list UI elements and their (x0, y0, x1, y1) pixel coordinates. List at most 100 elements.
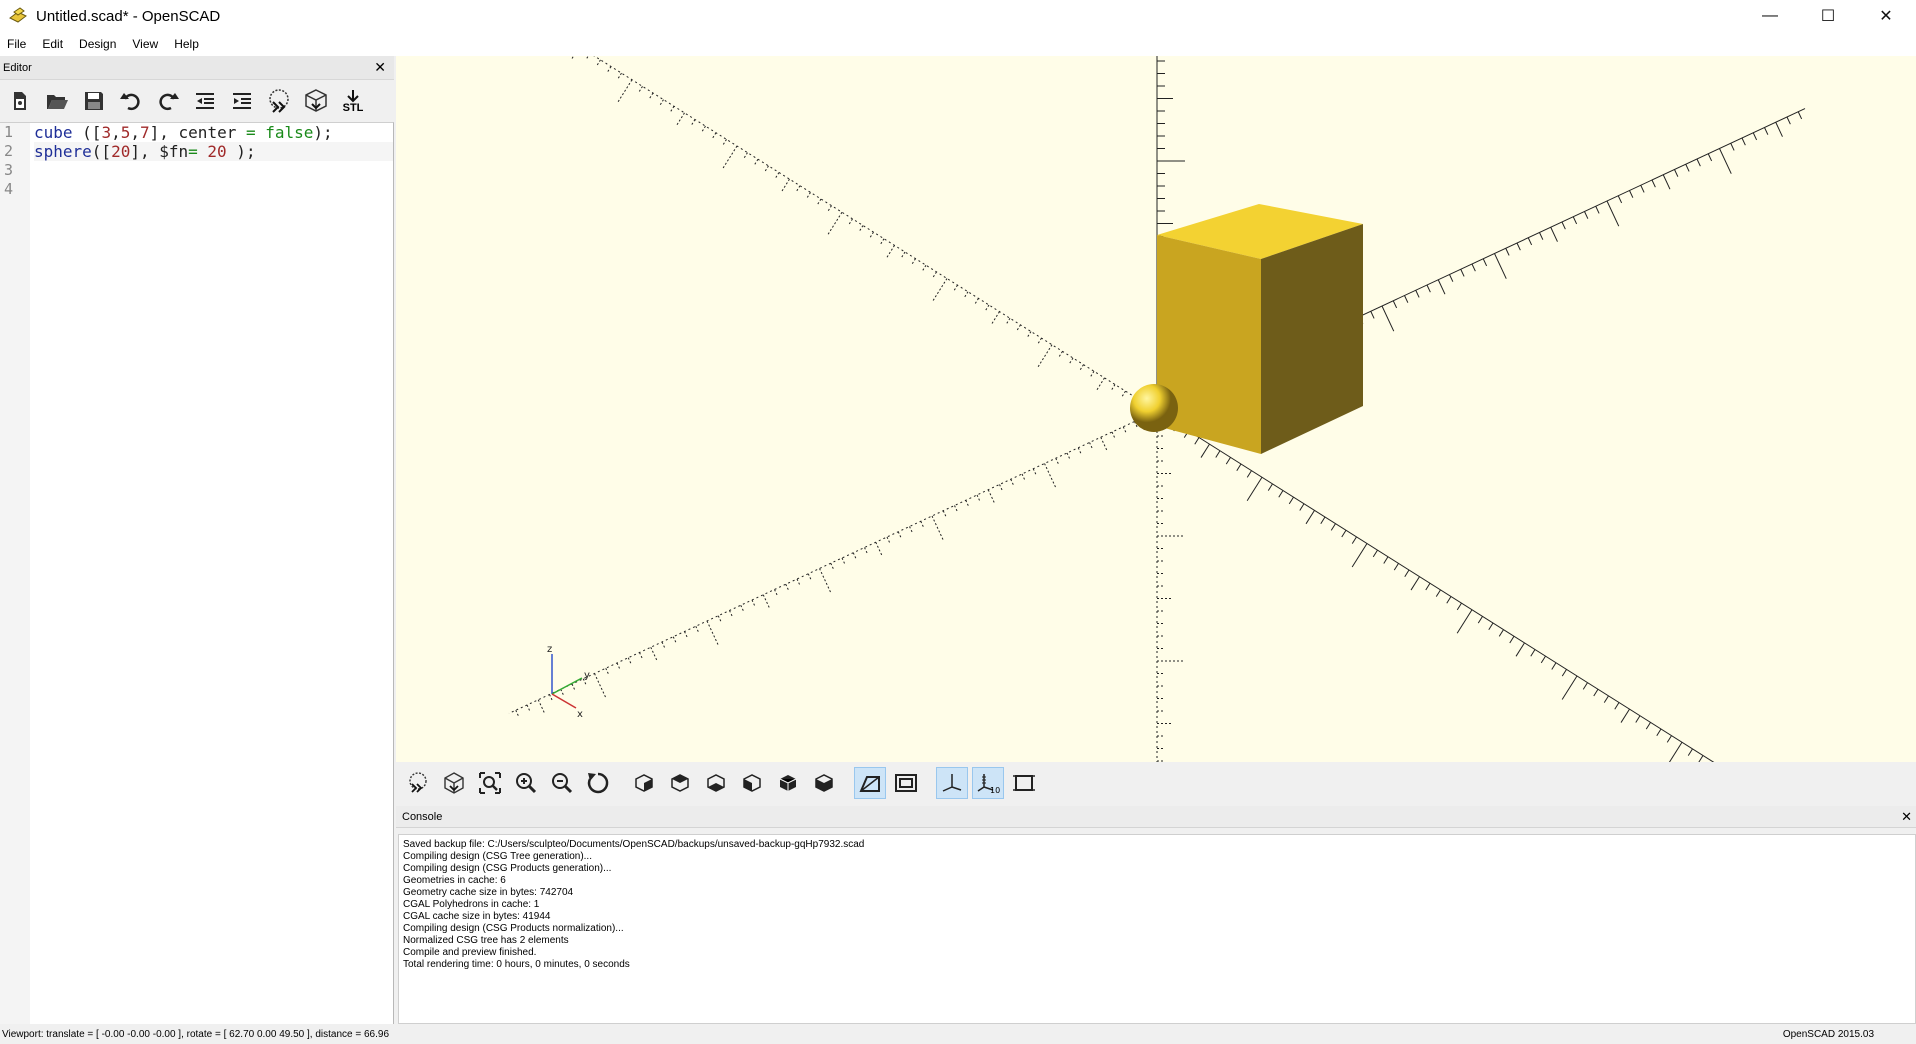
scale-tick (1392, 300, 1398, 309)
view-left-button[interactable] (736, 767, 768, 799)
scale-tick (990, 311, 1000, 326)
scene-canvas[interactable]: z y x (396, 56, 1916, 762)
code-token: false (265, 123, 314, 142)
scale-tick (921, 264, 927, 273)
code-line[interactable]: sphere([20], $fn= 20 ); (34, 142, 393, 161)
new-file-button[interactable] (4, 85, 36, 117)
scale-tick (1505, 248, 1510, 256)
scale-tick (1410, 576, 1420, 591)
scale-tick (774, 589, 779, 597)
view-top-button[interactable] (664, 767, 696, 799)
console-close-button[interactable]: ✕ (1901, 809, 1912, 825)
maximize-button[interactable]: ☐ (1799, 0, 1857, 32)
perspective-button[interactable] (854, 767, 886, 799)
menu-design[interactable]: Design (71, 33, 124, 55)
scale-tick (1449, 274, 1454, 282)
scale-tick (1603, 695, 1609, 703)
maximize-icon: ☐ (1820, 8, 1836, 25)
scale-tick (920, 521, 925, 529)
scale-tick (1540, 655, 1546, 664)
scale-tick (1516, 242, 1521, 251)
scale-tick (594, 673, 607, 699)
scale-tick (1656, 728, 1662, 736)
code-token: ); (313, 123, 333, 142)
code-token: , (130, 123, 140, 142)
3d-viewport[interactable]: z y x (396, 56, 1916, 762)
scale-tick (1415, 290, 1420, 298)
menu-edit[interactable]: Edit (34, 33, 71, 55)
unindent-button[interactable] (189, 85, 221, 117)
code-token: = (245, 123, 256, 142)
minimize-button[interactable]: — (1741, 0, 1799, 32)
view-top-icon (671, 774, 689, 792)
close-window-button[interactable]: ✕ (1857, 0, 1915, 32)
scale-tick (830, 563, 835, 571)
code-editor[interactable]: 1 2 3 4 cube ([3,5,7], center = false); s… (0, 122, 394, 1024)
orthogonal-button[interactable] (890, 767, 922, 799)
render-button[interactable] (300, 85, 332, 117)
scale-tick (1246, 470, 1252, 478)
zoom-in-button[interactable] (510, 767, 542, 799)
code-line[interactable] (34, 161, 393, 180)
code-line[interactable]: cube ([3,5,7], center = false); (34, 123, 393, 142)
editor-toolbar: STL (0, 80, 394, 122)
editor-close-button[interactable]: ✕ (370, 59, 390, 76)
scale-tick (1351, 536, 1357, 544)
scale-tick (526, 704, 531, 713)
scale-tick (1341, 529, 1347, 538)
reset-view-button[interactable] (582, 767, 614, 799)
console-output[interactable]: Saved backup file: C:/Users/sculpteo/Doc… (398, 834, 1916, 1024)
show-scale-markers-button[interactable]: 10 (972, 767, 1004, 799)
scale-tick (1330, 523, 1336, 531)
svg-text:10: 10 (990, 786, 1000, 795)
scale-tick (816, 198, 822, 206)
show-axes-button[interactable] (936, 767, 968, 799)
line-number: 1 (4, 123, 14, 141)
scale-tick (875, 542, 883, 557)
save-button[interactable] (78, 85, 110, 117)
save-icon (85, 92, 103, 110)
indent-button[interactable] (226, 85, 258, 117)
scale-tick (780, 178, 790, 193)
zoom-out-button[interactable] (546, 767, 578, 799)
sphere (1130, 384, 1178, 432)
show-edges-button[interactable] (1008, 767, 1040, 799)
menu-help[interactable]: Help (166, 33, 207, 55)
console-title: Console (402, 810, 443, 823)
redo-button[interactable] (152, 85, 184, 117)
menu-view[interactable]: View (124, 33, 166, 55)
scale-tick (1797, 111, 1803, 120)
scale-tick (1068, 357, 1074, 365)
scale-tick (639, 652, 644, 660)
scale-tick (1595, 206, 1600, 214)
menu-file[interactable]: File (0, 33, 34, 55)
scale-tick (1005, 317, 1011, 326)
openscad-logo-icon (9, 7, 27, 23)
code-lines[interactable]: cube ([3,5,7], center = false); sphere([2… (34, 123, 393, 199)
view-front-button[interactable] (772, 767, 804, 799)
mini-y-label: y (584, 670, 590, 681)
redo-icon (159, 93, 179, 111)
view-bottom-button[interactable] (700, 767, 732, 799)
scale-tick (1617, 195, 1623, 204)
open-file-icon (47, 95, 68, 109)
view-back-button[interactable] (808, 767, 840, 799)
preview-button[interactable] (402, 767, 434, 799)
view-right-button[interactable] (628, 767, 660, 799)
scale-tick (1066, 452, 1071, 461)
title-bar: Untitled.scad* - OpenSCAD — ☐ ✕ (0, 0, 1916, 32)
open-file-button[interactable] (41, 85, 73, 117)
scale-tick (570, 56, 575, 61)
render-button[interactable] (438, 767, 470, 799)
console-line: Compiling design (CSG Products generatio… (403, 863, 612, 874)
undo-button[interactable] (115, 85, 147, 117)
scale-tick (1685, 164, 1690, 172)
scale-tick (1236, 463, 1242, 471)
code-line[interactable] (34, 180, 393, 199)
export-stl-button[interactable]: STL (337, 85, 369, 117)
code-token: ); (226, 142, 256, 161)
viewport-status: Viewport: translate = [ -0.00 -0.00 -0.0… (2, 1028, 390, 1040)
preview-button[interactable] (263, 85, 295, 117)
view-all-button[interactable] (474, 767, 506, 799)
